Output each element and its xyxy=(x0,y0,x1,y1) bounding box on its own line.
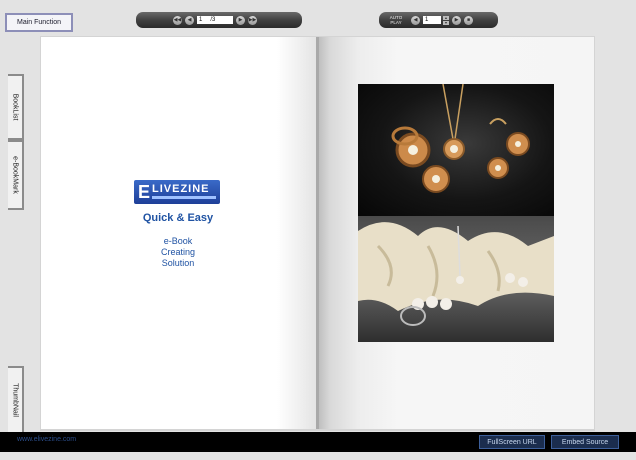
book-spine xyxy=(316,37,319,429)
logo-underline xyxy=(152,196,216,199)
main-function-button[interactable]: Main Function xyxy=(5,13,73,32)
site-link[interactable]: www.elivezine.com xyxy=(17,436,76,443)
gold-jewelry-photo xyxy=(358,84,554,216)
page-number-input[interactable]: 1 /3 xyxy=(197,16,233,24)
tab-ebookmark[interactable]: e-BookMark xyxy=(8,140,24,210)
total-pages: /3 xyxy=(210,17,216,23)
prev-page-icon[interactable]: ◀ xyxy=(185,15,194,25)
current-page: 1 xyxy=(199,17,203,23)
interval-stepper[interactable]: ▲ ▼ xyxy=(443,15,449,25)
subtitle-line-3: Solution xyxy=(161,258,195,268)
auto-play-interval-value: 1 xyxy=(425,17,429,23)
first-page-icon[interactable]: ◀◀ xyxy=(173,15,182,25)
auto-play-prev-icon[interactable]: ◀ xyxy=(411,15,420,25)
elivezine-logo: E LIVEZINE xyxy=(134,180,220,204)
auto-play-next-icon[interactable]: ▶ xyxy=(452,15,461,25)
tab-thumbnail-label: ThumbNail xyxy=(11,383,19,417)
fullscreen-url-button[interactable]: FullScreen URL xyxy=(479,435,545,449)
gold-jewelry-illustration xyxy=(391,84,530,193)
coral-pearl-illustration xyxy=(358,222,554,326)
subtitle-line-2: Creating xyxy=(160,247,196,257)
tab-ebookmark-label: e-BookMark xyxy=(11,156,19,194)
tab-booklist[interactable]: BookList xyxy=(8,74,24,140)
tagline: Quick & Easy xyxy=(142,212,214,224)
left-page[interactable] xyxy=(41,37,317,429)
tab-thumbnail[interactable]: ThumbNail xyxy=(8,366,24,434)
page-navigation-bar: ◀◀ ◀ 1 /3 ▶ ▶▶ xyxy=(136,12,302,28)
pearl-jewelry-photo xyxy=(358,216,554,342)
stop-icon[interactable]: ■ xyxy=(464,15,473,25)
auto-play-bar: AUTO PLAY ◀ 1 ▲ ▼ ▶ ■ xyxy=(379,12,498,28)
logo-word: LIVEZINE xyxy=(152,183,210,195)
embed-source-button[interactable]: Embed Source xyxy=(551,435,619,449)
auto-play-interval-input[interactable]: 1 xyxy=(423,16,441,24)
logo-letter: E xyxy=(137,182,150,202)
last-page-icon[interactable]: ▶▶ xyxy=(248,15,257,25)
auto-play-label: AUTO PLAY xyxy=(384,15,408,25)
auto-play-label-line2: PLAY xyxy=(390,20,402,25)
stepper-up-icon[interactable]: ▲ xyxy=(443,15,449,20)
next-page-icon[interactable]: ▶ xyxy=(236,15,245,25)
tab-booklist-label: BookList xyxy=(11,93,19,121)
stepper-down-icon[interactable]: ▼ xyxy=(443,20,449,25)
subtitle-line-1: e-Book xyxy=(163,236,193,246)
subtitle: e-Book Creating Solution xyxy=(100,236,256,269)
